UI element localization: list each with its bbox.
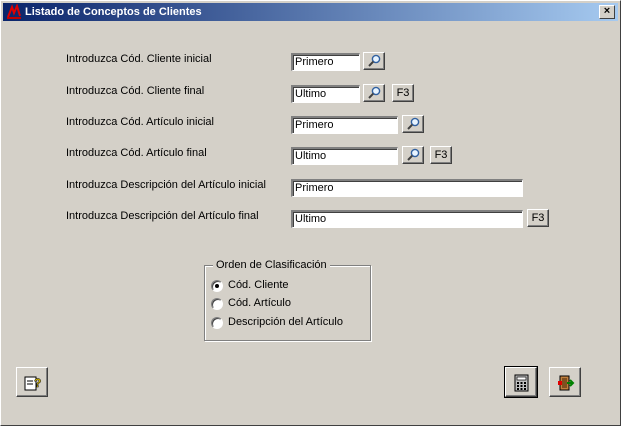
magnifier-icon	[407, 148, 420, 161]
radio-label: Cód. Artículo	[228, 297, 291, 309]
label-articulo-inicial: Introduzca Cód. Artículo inicial	[66, 116, 214, 128]
label-cliente-final: Introduzca Cód. Cliente final	[66, 85, 205, 97]
input-cliente-final[interactable]: Ultimo	[291, 85, 360, 103]
radio-label: Cód. Cliente	[228, 279, 289, 291]
sort-order-group: Orden de Clasificación Cód. Cliente Cód.…	[204, 259, 371, 341]
search-button-cliente-inicial[interactable]	[363, 52, 385, 70]
radio-label: Descripción del Artículo	[228, 316, 343, 328]
label-descripcion-final: Introduzca Descripción del Artículo fina…	[66, 210, 259, 222]
input-articulo-inicial[interactable]: Primero	[291, 116, 398, 134]
app-icon	[7, 4, 21, 19]
magnifier-icon	[368, 54, 381, 67]
exit-button[interactable]	[549, 367, 581, 397]
window-title: Listado de Conceptos de Clientes	[25, 6, 202, 18]
svg-text:?: ?	[34, 376, 41, 390]
dialog-window: Listado de Conceptos de Clientes × Intro…	[0, 0, 621, 426]
print-button[interactable]	[504, 366, 538, 398]
input-cliente-inicial[interactable]: Primero	[291, 53, 360, 71]
magnifier-icon	[407, 117, 420, 130]
close-icon: ×	[603, 5, 611, 17]
label-articulo-final: Introduzca Cód. Artículo final	[66, 147, 207, 159]
search-button-cliente-final[interactable]	[363, 84, 385, 102]
help-button[interactable]: ?	[16, 367, 48, 397]
sort-order-title: Orden de Clasificación	[213, 259, 330, 271]
input-descripcion-inicial[interactable]: Primero	[291, 179, 523, 197]
radio-button[interactable]	[211, 317, 223, 329]
f3-button-cliente-final[interactable]: F3	[392, 84, 414, 102]
exit-door-icon	[558, 375, 575, 391]
input-articulo-final[interactable]: Ultimo	[291, 147, 398, 165]
calculator-print-icon	[514, 374, 529, 392]
search-button-articulo-final[interactable]	[402, 146, 424, 164]
radio-button[interactable]	[211, 298, 223, 310]
label-cliente-inicial: Introduzca Cód. Cliente inicial	[66, 53, 212, 65]
magnifier-icon	[368, 86, 381, 99]
help-icon: ?	[24, 376, 42, 391]
radio-button[interactable]	[211, 280, 223, 292]
f3-button-descripcion-final[interactable]: F3	[527, 209, 549, 227]
input-descripcion-final[interactable]: Ultimo	[291, 210, 523, 228]
title-bar[interactable]: Listado de Conceptos de Clientes ×	[3, 3, 618, 21]
f3-button-articulo-final[interactable]: F3	[430, 146, 452, 164]
label-descripcion-inicial: Introduzca Descripción del Artículo inic…	[66, 179, 266, 191]
close-button[interactable]: ×	[599, 5, 615, 19]
search-button-articulo-inicial[interactable]	[402, 115, 424, 133]
